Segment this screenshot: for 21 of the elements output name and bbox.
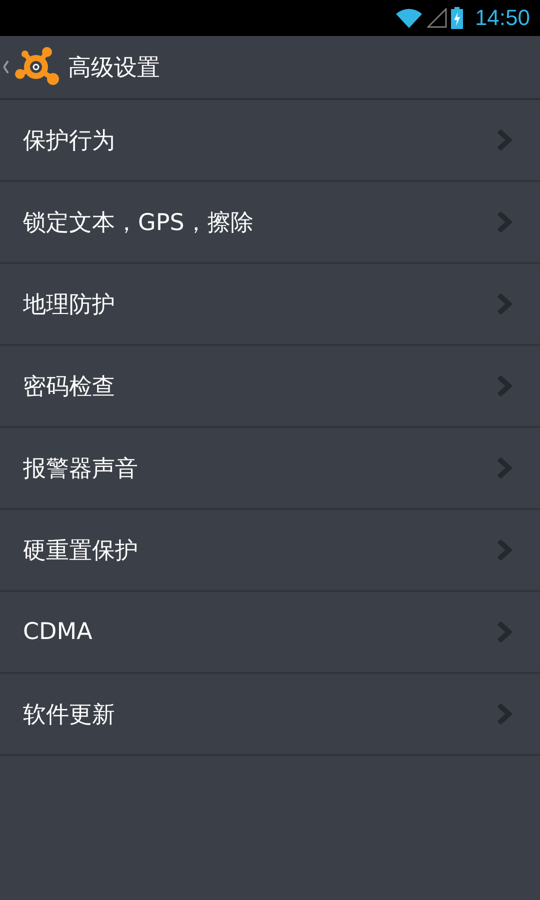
battery-icon xyxy=(450,7,463,29)
wifi-icon xyxy=(394,7,423,29)
chevron-icon xyxy=(496,457,512,479)
settings-item[interactable]: 锁定文本，GPS，擦除 xyxy=(0,182,540,264)
clock-time: 14:50 xyxy=(474,5,530,31)
chevron-icon xyxy=(496,293,512,315)
settings-item[interactable]: 保护行为 xyxy=(0,100,540,182)
chevron-icon xyxy=(496,129,512,151)
screen-title: 高级设置 xyxy=(68,54,160,82)
chevron-icon xyxy=(496,539,512,561)
chevron-icon xyxy=(496,703,512,725)
settings-item[interactable]: 报警器声音 xyxy=(0,428,540,510)
chevron-icon xyxy=(496,621,512,643)
settings-item[interactable]: 软件更新 xyxy=(0,674,540,756)
settings-item[interactable]: CDMA xyxy=(0,592,540,674)
chevron-icon xyxy=(496,211,512,233)
settings-item[interactable]: 地理防护 xyxy=(0,264,540,346)
settings-item[interactable]: 密码检查 xyxy=(0,346,540,428)
signal-icon xyxy=(426,8,447,28)
chevron-icon xyxy=(496,375,512,397)
settings-item[interactable]: 硬重置保护 xyxy=(0,510,540,592)
